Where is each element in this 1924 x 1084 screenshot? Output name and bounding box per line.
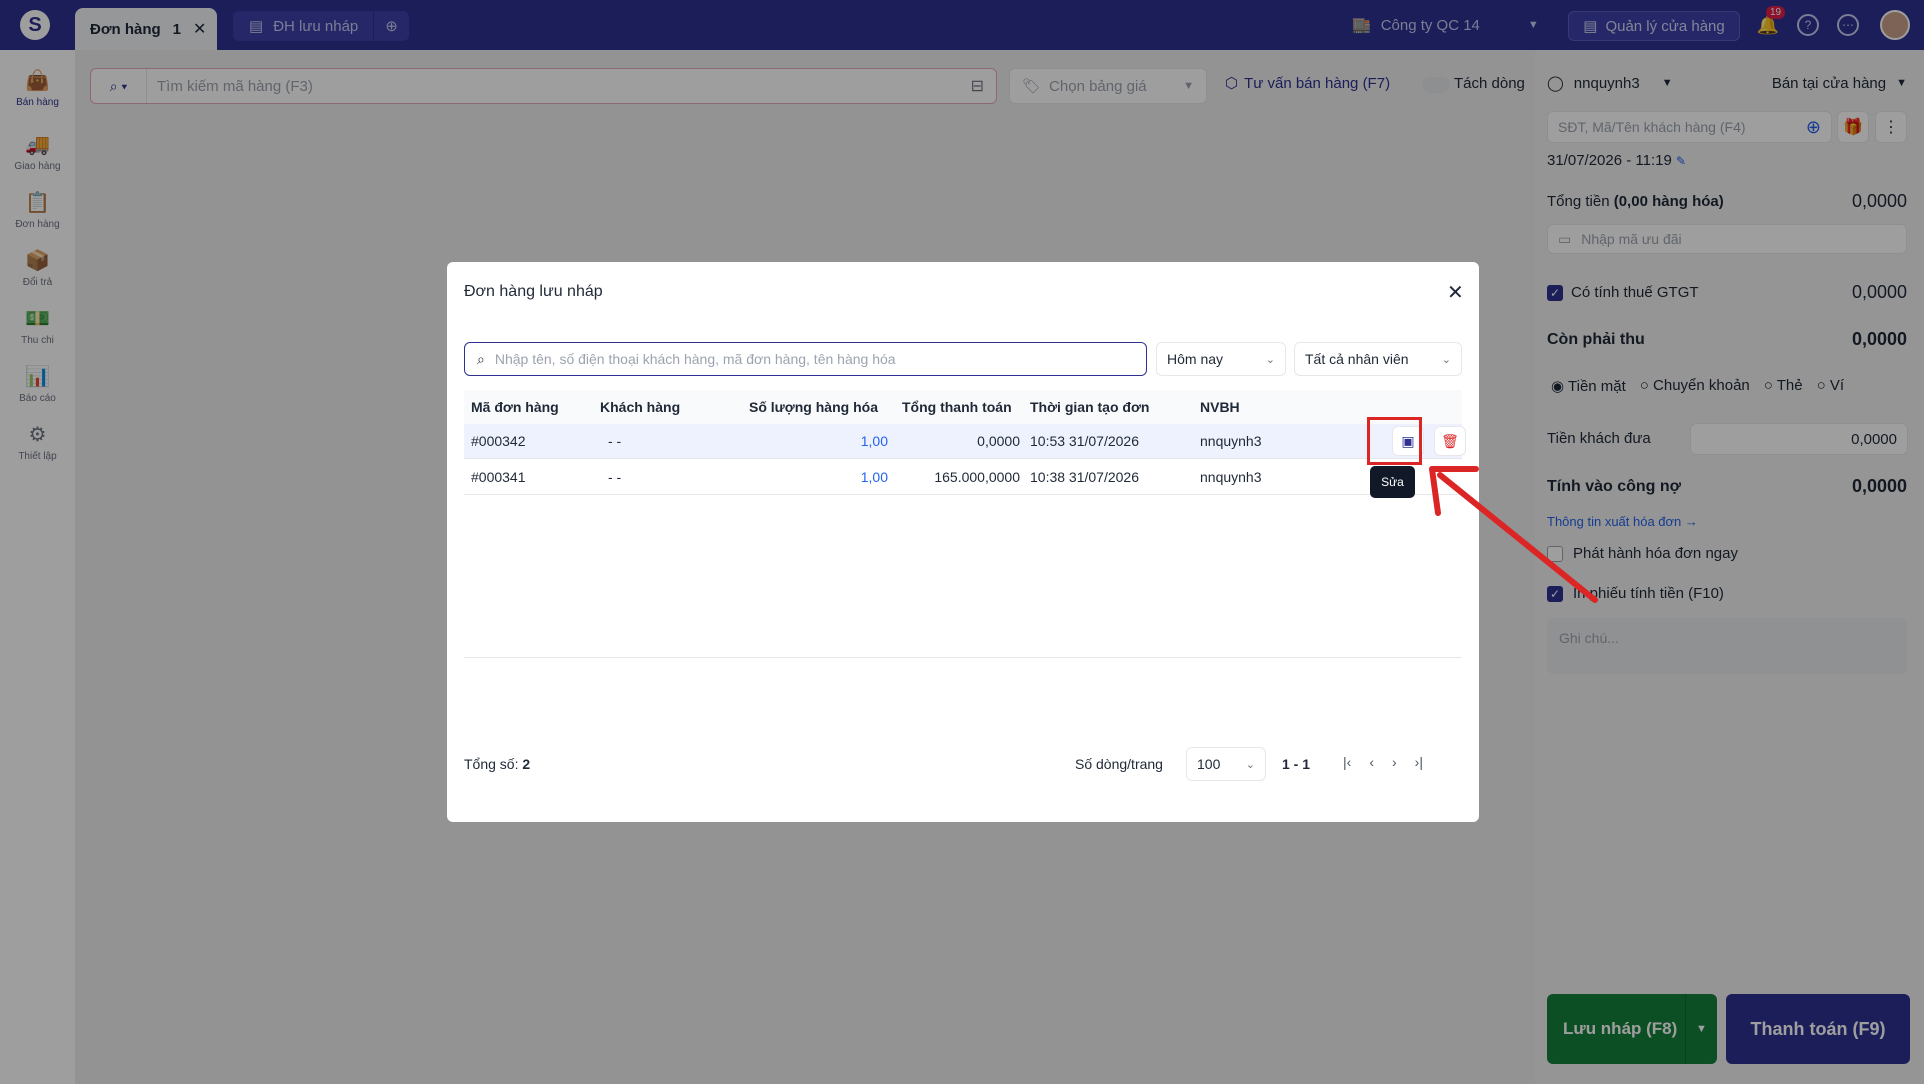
- table-header: Mã đơn hàng Khách hàng Số lượng hàng hóa…: [464, 390, 1462, 424]
- trash-icon: 🗑: [1441, 432, 1459, 449]
- draft-orders-modal: Đơn hàng lưu nháp ✕ ⌕ Nhập tên, số điện …: [447, 262, 1479, 822]
- total-count-value: 2: [522, 756, 531, 772]
- created-time: 10:53 31/07/2026: [1030, 433, 1139, 449]
- per-page-value: 100: [1197, 756, 1221, 772]
- total: 165.000,0000: [934, 469, 1020, 485]
- table-row[interactable]: #000341 - - 1,00 165.000,0000 10:38 31/0…: [464, 460, 1462, 495]
- edit-tooltip: Sửa: [1370, 466, 1415, 498]
- col-staff: NVBH: [1200, 399, 1240, 415]
- table-row[interactable]: #000342 - - 1,00 0,0000 10:53 31/07/2026…: [464, 424, 1466, 459]
- staff-filter-value: Tất cả nhân viên: [1305, 351, 1409, 367]
- search-icon: ⌕: [477, 350, 485, 367]
- modal-title: Đơn hàng lưu nháp: [464, 283, 603, 300]
- date-filter-select[interactable]: Hôm nay ⌄: [1156, 342, 1286, 376]
- col-quantity: Số lượng hàng hóa: [749, 399, 878, 415]
- chevron-down-icon: ⌄: [1245, 758, 1255, 771]
- chevron-down-icon: ⌄: [1441, 353, 1451, 366]
- customer: - -: [608, 469, 622, 485]
- close-icon[interactable]: ✕: [1447, 280, 1464, 305]
- staff: nnquynh3: [1200, 469, 1262, 485]
- total: 0,0000: [977, 433, 1020, 449]
- annotation-arrow-icon: [1429, 466, 1598, 603]
- next-page-icon[interactable]: ›: [1392, 754, 1397, 770]
- pagination: |‹ ‹ › ›|: [1343, 754, 1423, 770]
- quantity[interactable]: 1,00: [861, 460, 888, 494]
- page-range: 1 - 1: [1282, 756, 1311, 772]
- modal-footer: [464, 657, 1462, 658]
- quantity[interactable]: 1,00: [861, 424, 888, 458]
- prev-page-icon[interactable]: ‹: [1369, 754, 1374, 770]
- total-count-label: Tổng số:: [464, 756, 519, 772]
- col-customer: Khách hàng: [600, 399, 681, 415]
- last-page-icon[interactable]: ›|: [1415, 754, 1423, 770]
- total-count: Tổng số: 2: [464, 756, 530, 772]
- order-code: #000342: [471, 433, 526, 449]
- staff-filter-select[interactable]: Tất cả nhân viên ⌄: [1294, 342, 1462, 376]
- highlight-box: [1367, 417, 1422, 465]
- per-page-select[interactable]: 100 ⌄: [1186, 747, 1266, 781]
- delete-button[interactable]: 🗑: [1434, 426, 1466, 456]
- modal-search-input[interactable]: ⌕ Nhập tên, số điện thoại khách hàng, mã…: [464, 342, 1147, 376]
- date-filter-value: Hôm nay: [1167, 351, 1224, 367]
- col-total: Tổng thanh toán: [902, 399, 1012, 415]
- chevron-down-icon: ⌄: [1265, 353, 1275, 366]
- col-created-time: Thời gian tạo đơn: [1030, 399, 1150, 415]
- staff: nnquynh3: [1200, 433, 1262, 449]
- customer: - -: [608, 433, 622, 449]
- order-code: #000341: [471, 469, 526, 485]
- per-page-label: Số dòng/trang: [1075, 756, 1163, 772]
- col-order-code: Mã đơn hàng: [471, 399, 559, 415]
- modal-search-placeholder: Nhập tên, số điện thoại khách hàng, mã đ…: [494, 351, 896, 367]
- first-page-icon[interactable]: |‹: [1343, 754, 1351, 770]
- created-time: 10:38 31/07/2026: [1030, 469, 1139, 485]
